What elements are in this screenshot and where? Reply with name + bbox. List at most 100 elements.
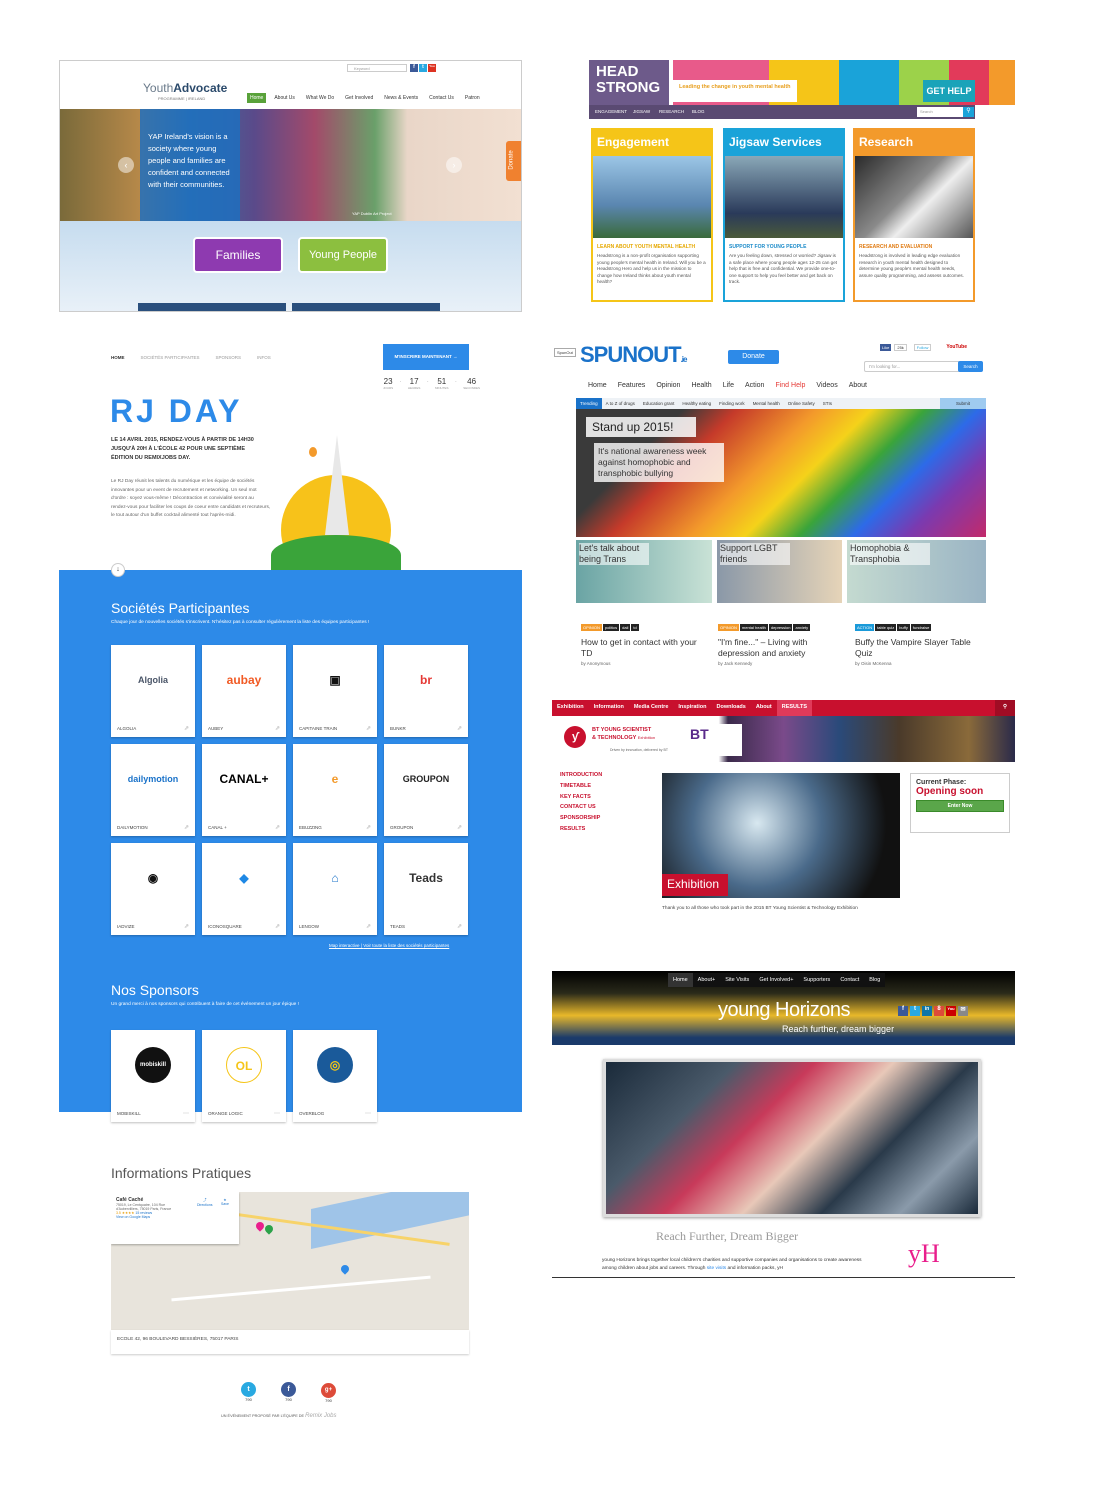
share-icon[interactable]: ⇗ — [184, 725, 189, 732]
company-card[interactable]: br BUNKR ⇗ — [384, 645, 468, 737]
facebook-icon[interactable]: f — [898, 1006, 908, 1016]
hs-nav-research[interactable]: RESEARCH — [659, 109, 684, 114]
map-save[interactable]: ★ Save — [221, 1198, 229, 1206]
share-facebook[interactable]: f 790 — [281, 1378, 296, 1403]
scroll-down-icon[interactable]: ↓ — [111, 563, 125, 577]
bt-nav-media[interactable]: Media Centre — [629, 700, 674, 716]
yh-nav-contact[interactable]: Contact — [835, 973, 864, 987]
bt-nav-information[interactable]: Information — [589, 700, 629, 716]
facebook-icon[interactable]: f — [410, 64, 418, 72]
twitter-follow-button[interactable]: Follow — [913, 344, 932, 351]
sp-tag[interactable]: dail — [620, 624, 631, 631]
bt-side-sponsorship[interactable]: SPONSORSHIP — [560, 813, 602, 824]
yh-nav-about[interactable]: About+ — [693, 973, 721, 987]
site-visits-link[interactable]: site visits — [707, 1266, 726, 1271]
company-card[interactable]: dailymotion DAILYMOTION ⇗ — [111, 744, 195, 836]
facebook-like-button[interactable]: Like — [880, 344, 892, 351]
sponsor-card[interactable]: ◎ OVERBLOG ⋯ — [293, 1030, 377, 1122]
sp-nav-features[interactable]: Features — [618, 382, 646, 389]
company-card[interactable]: Teads TEADS ⇗ — [384, 843, 468, 935]
sp-tag[interactable]: ACTION — [855, 624, 875, 631]
sp-nav-health[interactable]: Health — [691, 382, 711, 389]
sp-tag[interactable]: table quiz — [875, 624, 897, 631]
sponsor-card[interactable]: mobiskill MOBISKILL ⋯ — [111, 1030, 195, 1122]
sp-sub-trending[interactable]: Trending — [576, 398, 602, 409]
share-icon[interactable]: ⇗ — [366, 725, 371, 732]
yh-nav-visits[interactable]: Site Visits — [720, 973, 754, 987]
slider-next-icon[interactable]: › — [446, 157, 462, 173]
sp-sub-safety[interactable]: Online Safety — [784, 398, 819, 409]
map-directions[interactable]: ⤴ Directions — [197, 1198, 213, 1207]
bt-side-keyfacts[interactable]: KEY FACTS — [560, 792, 602, 803]
google-plus-icon[interactable]: 8 — [934, 1006, 944, 1016]
yap-nav-contact[interactable]: Contact Us — [426, 93, 457, 103]
search-icon[interactable]: ⚲ — [995, 700, 1015, 716]
enter-now-button[interactable]: Enter Now — [916, 800, 1004, 812]
twitter-icon[interactable]: t — [419, 64, 427, 72]
more-icon[interactable]: ⋯ — [274, 1110, 280, 1117]
sp-tag[interactable]: anxiety — [793, 624, 811, 631]
yap-nav-about[interactable]: About Us — [271, 93, 298, 103]
rj-nav-infos[interactable]: INFOS — [257, 355, 271, 360]
youtube-icon[interactable]: You — [428, 64, 436, 72]
youtube-icon[interactable]: You — [946, 1006, 956, 1016]
map[interactable]: Café Caché 75019, Le Centquatre, 104 Rue… — [111, 1192, 469, 1330]
sponsor-card[interactable]: OL ORANGE LOGIC ⋯ — [202, 1030, 286, 1122]
sp-nav-find-help[interactable]: Find Help — [775, 382, 805, 389]
yap-nav-what[interactable]: What We Do — [303, 93, 337, 103]
yap-search-input[interactable]: Keyword — [347, 64, 407, 72]
register-button[interactable]: M'INSCRIRE MAINTENANT → — [383, 344, 469, 370]
sp-article[interactable]: OPINION politics dail td How to get in cont… — [581, 616, 706, 666]
search-icon[interactable]: ⚲ — [963, 107, 974, 117]
bt-side-introduction[interactable]: INTRODUCTION — [560, 770, 602, 781]
yh-nav-supporters[interactable]: Supporters — [798, 973, 835, 987]
spunout-hero[interactable]: Stand up 2015! It's national awareness w… — [576, 409, 986, 537]
sp-tag[interactable]: OPINION — [718, 624, 739, 631]
yap-nav-home[interactable]: Home — [247, 93, 267, 103]
company-card[interactable]: CANAL+ CANAL + ⇗ — [202, 744, 286, 836]
sp-nav-about[interactable]: About — [849, 382, 867, 389]
company-card[interactable]: ◆ ICONOSQUARE ⇗ — [202, 843, 286, 935]
more-icon[interactable]: ⋯ — [183, 1110, 189, 1117]
yh-nav-home[interactable]: Home — [668, 973, 693, 987]
youtube-icon[interactable]: YouTube — [946, 344, 967, 351]
families-button[interactable]: Families — [193, 237, 283, 273]
sp-nav-action[interactable]: Action — [745, 382, 764, 389]
rj-nav-home[interactable]: HOME — [111, 355, 125, 360]
yap-donate-tab[interactable]: Donate — [506, 141, 521, 181]
share-icon[interactable]: ⇗ — [457, 725, 462, 732]
rj-nav-societes[interactable]: SOCIÉTÉS PARTICIPANTES — [141, 355, 200, 360]
sp-nav-videos[interactable]: Videos — [816, 382, 837, 389]
share-icon[interactable]: ⇗ — [457, 923, 462, 930]
yh-nav-involved[interactable]: Get Involved+ — [754, 973, 798, 987]
bt-side-timetable[interactable]: TIMETABLE — [560, 781, 602, 792]
hs-nav-blog[interactable]: BLOG — [692, 109, 705, 114]
share-icon[interactable]: ⇗ — [457, 824, 462, 831]
spunout-search-input[interactable]: I'm looking for... — [864, 361, 960, 372]
sp-thumb[interactable]: Let's talk about being Trans — [576, 540, 712, 603]
get-help-button[interactable]: GET HELP — [923, 80, 975, 102]
hs-col-jigsaw[interactable]: Jigsaw Services SUPPORT FOR YOUNG PEOPLE… — [723, 128, 845, 302]
more-icon[interactable]: ⋯ — [365, 1110, 371, 1117]
yap-nav-involved[interactable]: Get Involved — [342, 93, 376, 103]
linkedin-icon[interactable]: in — [922, 1006, 932, 1016]
share-google[interactable]: g+ 790 — [321, 1378, 336, 1403]
sp-thumb[interactable]: Homophobia & Transphobia — [847, 540, 986, 603]
share-icon[interactable]: ⇗ — [366, 824, 371, 831]
company-card[interactable]: GROUPON GROUPON ⇗ — [384, 744, 468, 836]
map-view-link[interactable]: View on Google Maps — [116, 1215, 234, 1219]
hs-logo[interactable]: HEAD STRONG — [596, 64, 660, 96]
sp-thumb[interactable]: Support LGBT friends — [717, 540, 842, 603]
hs-nav-jigsaw[interactable]: JIGSAW — [633, 109, 650, 114]
company-card[interactable]: ◉ IADVIZE ⇗ — [111, 843, 195, 935]
share-icon[interactable]: ⇗ — [275, 923, 280, 930]
bt-nav-exhibition[interactable]: Exhibition — [552, 700, 589, 716]
map-link[interactable]: Map interactive | Voir toute la liste de… — [329, 943, 449, 948]
share-icon[interactable]: ⇗ — [366, 923, 371, 930]
bt-nav-about[interactable]: About — [751, 700, 777, 716]
rj-nav-sponsors[interactable]: SPONSORS — [216, 355, 242, 360]
share-icon[interactable]: ⇗ — [275, 725, 280, 732]
sp-tag[interactable]: mental health — [739, 624, 768, 631]
yh-nav-blog[interactable]: Blog — [864, 973, 885, 987]
twitter-icon[interactable]: t — [910, 1006, 920, 1016]
